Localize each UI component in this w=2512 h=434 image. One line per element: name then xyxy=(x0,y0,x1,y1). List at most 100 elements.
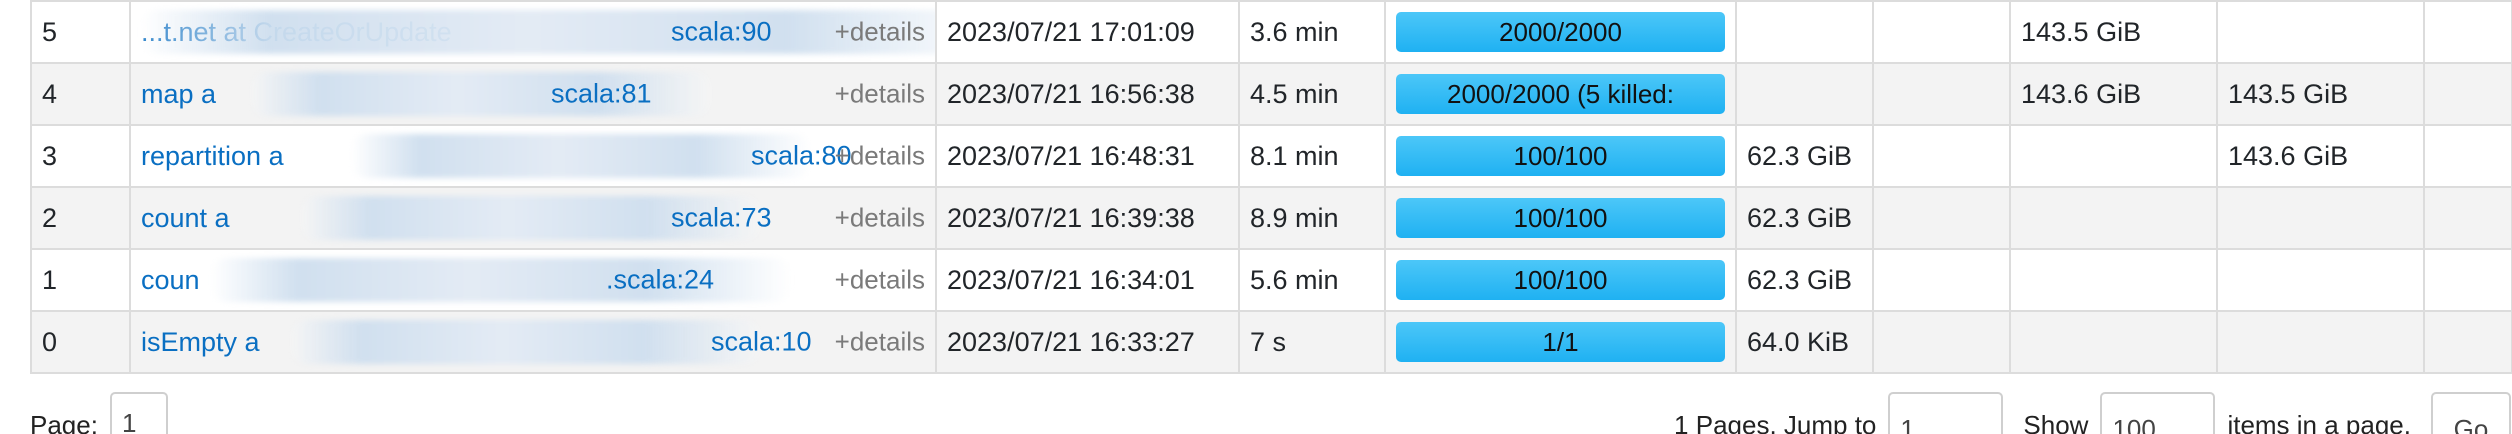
tasks-progress-bar: 2000/2000 (5 killed: xyxy=(1396,74,1725,114)
go-button[interactable]: Go xyxy=(2431,392,2511,434)
stage-description-suffix-link[interactable]: scala:90 xyxy=(671,17,772,48)
stage-row: 5...t.net at CreateOrUpdatescala:90+deta… xyxy=(30,0,2512,64)
page-link-current[interactable]: 1 xyxy=(109,392,168,434)
page-size-input[interactable] xyxy=(2100,392,2216,434)
output-size-cell xyxy=(1872,186,2011,250)
details-toggle[interactable]: +details xyxy=(835,79,925,110)
details-toggle[interactable]: +details xyxy=(835,265,925,296)
tasks-progress-cell: 100/100 xyxy=(1384,186,1737,250)
submitted-time-cell: 2023/07/21 16:39:38 xyxy=(935,186,1240,250)
duration-cell: 8.9 min xyxy=(1238,186,1386,250)
pagination-right: 1 Pages. Jump to Show items in a page. G… xyxy=(1674,392,2511,434)
tasks-progress-cell: 1/1 xyxy=(1384,310,1737,374)
duration-cell: 8.1 min xyxy=(1238,124,1386,188)
trailing-cell xyxy=(2423,124,2512,188)
tasks-progress-text: 1/1 xyxy=(1542,326,1579,357)
tasks-progress-text: 100/100 xyxy=(1513,202,1608,233)
stage-description-link[interactable]: repartition a xyxy=(141,141,284,171)
stage-description-suffix-link[interactable]: scala:73 xyxy=(671,203,772,234)
page-label: Page: xyxy=(30,410,98,434)
stage-id-cell: 0 xyxy=(30,310,131,374)
tasks-progress-bar: 1/1 xyxy=(1396,322,1725,362)
submitted-time-cell: 2023/07/21 16:33:27 xyxy=(935,310,1240,374)
pagination-left: Page: 1 xyxy=(30,392,168,434)
stage-description-link[interactable]: isEmpty a xyxy=(141,327,260,357)
output-size-cell xyxy=(1872,124,2011,188)
stage-id-cell: 5 xyxy=(30,0,131,64)
details-toggle[interactable]: +details xyxy=(835,141,925,172)
output-size-cell xyxy=(1872,62,2011,126)
items-in-page-label: items in a page. xyxy=(2227,410,2411,434)
jump-to-page-input[interactable] xyxy=(1888,392,2004,434)
stage-description-suffix-link[interactable]: scala:81 xyxy=(551,79,652,110)
input-size-cell xyxy=(1735,62,1874,126)
stage-description-suffix-link[interactable]: .scala:24 xyxy=(606,265,714,296)
stage-row: 3 repartition a scala:80 +details 2023/07/21… xyxy=(30,124,2512,188)
shuffle-read-cell xyxy=(2009,248,2218,312)
stage-description-cell: ...t.net at CreateOrUpdatescala:90+detai… xyxy=(129,0,937,64)
stage-description-link[interactable]: map a xyxy=(141,79,216,109)
input-size-cell xyxy=(1735,0,1874,64)
tasks-progress-bar: 100/100 xyxy=(1396,136,1725,176)
shuffle-read-cell: 143.6 GiB xyxy=(2009,62,2218,126)
shuffle-write-cell xyxy=(2216,248,2425,312)
details-toggle[interactable]: +details xyxy=(835,327,925,358)
show-label: Show xyxy=(2023,410,2089,434)
pagination-bar: Page: 1 1 Pages. Jump to Show items in a… xyxy=(30,392,2511,434)
tasks-progress-text: 100/100 xyxy=(1513,140,1608,171)
tasks-progress-bar: 100/100 xyxy=(1396,198,1725,238)
shuffle-write-cell xyxy=(2216,186,2425,250)
details-toggle[interactable]: +details xyxy=(835,17,925,48)
shuffle-write-cell: 143.6 GiB xyxy=(2216,124,2425,188)
trailing-cell xyxy=(2423,310,2512,374)
tasks-progress-text: 2000/2000 xyxy=(1499,16,1622,47)
output-size-cell xyxy=(1872,310,2011,374)
input-size-cell: 62.3 GiB xyxy=(1735,248,1874,312)
tasks-progress-cell: 2000/2000 (5 killed: xyxy=(1384,62,1737,126)
tasks-progress-bar: 100/100 xyxy=(1396,260,1725,300)
stage-description-suffix-link[interactable]: scala:10 xyxy=(711,327,812,358)
stage-description-cell: map a scala:81 +details xyxy=(129,62,937,126)
redaction-blur xyxy=(291,320,761,364)
output-size-cell xyxy=(1872,0,2011,64)
stage-id-cell: 1 xyxy=(30,248,131,312)
submitted-time-cell: 2023/07/21 16:34:01 xyxy=(935,248,1240,312)
shuffle-write-cell xyxy=(2216,310,2425,374)
trailing-cell xyxy=(2423,248,2512,312)
stages-table-body: 5...t.net at CreateOrUpdatescala:90+deta… xyxy=(30,0,2512,374)
input-size-cell: 64.0 KiB xyxy=(1735,310,1874,374)
stage-row: 4 map a scala:81 +details 2023/07/21 16:56:3… xyxy=(30,62,2512,126)
redaction-blur xyxy=(141,10,934,54)
shuffle-read-cell xyxy=(2009,186,2218,250)
stage-description-cell: repartition a scala:80 +details xyxy=(129,124,937,188)
duration-cell: 4.5 min xyxy=(1238,62,1386,126)
shuffle-read-cell xyxy=(2009,124,2218,188)
output-size-cell xyxy=(1872,248,2011,312)
trailing-cell xyxy=(2423,0,2512,64)
duration-cell: 5.6 min xyxy=(1238,248,1386,312)
shuffle-write-cell: 143.5 GiB xyxy=(2216,62,2425,126)
stage-id-cell: 4 xyxy=(30,62,131,126)
submitted-time-cell: 2023/07/21 17:01:09 xyxy=(935,0,1240,64)
input-size-cell: 62.3 GiB xyxy=(1735,186,1874,250)
tasks-progress-cell: 100/100 xyxy=(1384,124,1737,188)
stage-id-cell: 2 xyxy=(30,186,131,250)
stages-table: 5...t.net at CreateOrUpdatescala:90+deta… xyxy=(30,0,2512,374)
pages-count-text: 1 Pages. Jump to xyxy=(1674,410,1877,434)
input-size-cell: 62.3 GiB xyxy=(1735,124,1874,188)
shuffle-read-cell: 143.5 GiB xyxy=(2009,0,2218,64)
stage-row: 0 isEmpty a scala:10 +details 2023/07/21 16:… xyxy=(30,310,2512,374)
stage-id-cell: 3 xyxy=(30,124,131,188)
duration-cell: 3.6 min xyxy=(1238,0,1386,64)
stage-description-link[interactable]: count a xyxy=(141,203,230,233)
stages-page: 5...t.net at CreateOrUpdatescala:90+deta… xyxy=(0,0,2512,434)
tasks-progress-cell: 2000/2000 xyxy=(1384,0,1737,64)
stage-description-cell: coun .scala:24 +details xyxy=(129,248,937,312)
tasks-progress-bar: 2000/2000 xyxy=(1396,12,1725,52)
tasks-progress-text: 100/100 xyxy=(1513,264,1608,295)
stage-row: 1 coun .scala:24 +details 2023/07/21 16:34:0… xyxy=(30,248,2512,312)
details-toggle[interactable]: +details xyxy=(835,203,925,234)
submitted-time-cell: 2023/07/21 16:48:31 xyxy=(935,124,1240,188)
shuffle-write-cell xyxy=(2216,0,2425,64)
stage-description-link[interactable]: coun xyxy=(141,265,200,295)
